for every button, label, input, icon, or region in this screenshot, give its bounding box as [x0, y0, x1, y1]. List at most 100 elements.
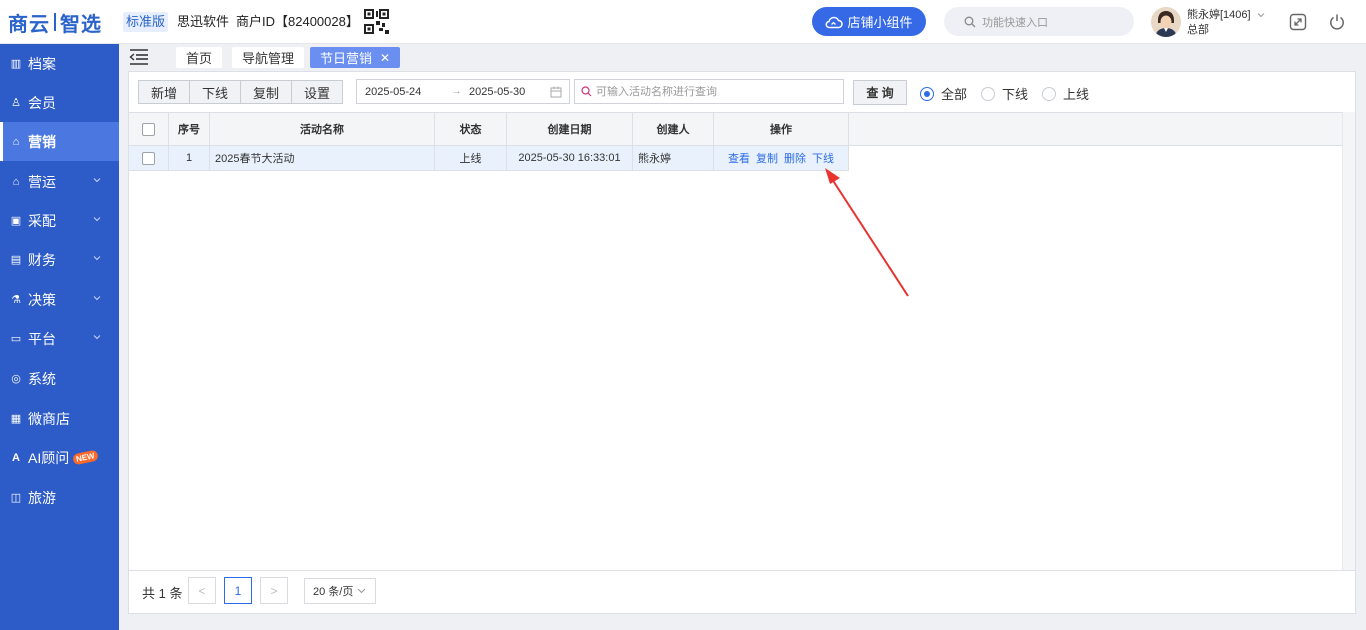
tab-label: 导航管理 — [242, 51, 295, 66]
filter-radio-all[interactable]: 全部 — [920, 84, 967, 103]
date-range-arrow: → — [451, 85, 462, 97]
sidebar-item-label: 决策 — [28, 291, 56, 308]
monitor-icon: ▭ — [10, 332, 22, 345]
sidebar-item-label: 旅游 — [28, 489, 56, 506]
settings-button[interactable]: 设置 — [292, 81, 342, 103]
delete-link[interactable]: 删除 — [784, 150, 806, 166]
chevron-down-icon — [93, 296, 101, 301]
cloud-icon — [826, 16, 844, 28]
radio-label: 上线 — [1063, 87, 1090, 102]
quick-search-input[interactable]: 功能快速入口 — [944, 7, 1134, 36]
sidebar-item-marketing[interactable]: ⌂ 营销 — [0, 122, 119, 161]
sidebar-item-label: 系统 — [28, 370, 56, 387]
prev-page-button[interactable]: < — [188, 577, 216, 604]
row-checkbox[interactable] — [142, 151, 155, 165]
filter-radio-online[interactable]: 上线 — [1042, 84, 1089, 103]
cell-activity-name: 2025春节大活动 — [210, 146, 435, 170]
sidebar-item-member[interactable]: ♙ 会员 — [0, 83, 119, 122]
store-icon: ▦ — [10, 412, 22, 425]
sidebar-item-label: 会员 — [28, 94, 56, 111]
date-from[interactable]: 2025-05-24 — [365, 86, 421, 98]
chevron-down-icon — [93, 217, 101, 222]
filter-radio-offline[interactable]: 下线 — [981, 84, 1028, 103]
table-vertical-scrollbar[interactable] — [1342, 112, 1355, 570]
copy-button[interactable]: 复制 — [241, 81, 293, 103]
action-button-group: 新增 下线 复制 设置 — [138, 80, 344, 104]
chevron-down-icon — [93, 256, 101, 261]
select-all-checkbox[interactable] — [142, 122, 155, 136]
date-range-picker[interactable]: 2025-05-24 → 2025-05-30 — [356, 79, 570, 104]
activity-search-box — [574, 79, 844, 104]
radio-label: 全部 — [941, 87, 968, 102]
cell-creator: 熊永婷 — [633, 146, 714, 170]
date-to[interactable]: 2025-05-30 — [469, 86, 525, 98]
sidebar-item-label: 营运 — [28, 173, 56, 190]
fullscreen-icon[interactable] — [1289, 13, 1307, 31]
tab-home[interactable]: 首页 — [176, 47, 223, 68]
store-widget-button[interactable]: 店铺小组件 — [812, 7, 926, 36]
add-button[interactable]: 新增 — [139, 81, 191, 103]
page-size-value: 20 条/页 — [313, 586, 354, 598]
table-row[interactable]: 1 2025春节大活动 上线 2025-05-30 16:33:01 熊永婷 查… — [129, 146, 849, 171]
sidebar-item-label: 财务 — [28, 251, 56, 268]
sidebar-item-decision[interactable]: ⚗ 决策 — [0, 280, 119, 319]
close-icon[interactable]: ✕ — [380, 51, 390, 65]
column-header-actions: 操作 — [714, 113, 849, 145]
logo-text-a: 商云 — [8, 13, 50, 36]
sidebar-item-operations[interactable]: ⌂ 营运 — [0, 162, 119, 201]
sidebar-item-ai-advisor[interactable]: A AI顾问 NEW — [0, 438, 119, 477]
chevron-down-icon — [1257, 13, 1265, 18]
calendar-icon — [550, 86, 562, 98]
logo-text-b: 智选 — [60, 13, 102, 36]
tab-holiday-marketing[interactable]: 节日营销 ✕ — [310, 47, 401, 68]
offline-button[interactable]: 下线 — [190, 81, 242, 103]
sidebar-item-micro-store[interactable]: ▦ 微商店 — [0, 399, 119, 438]
page-size-select[interactable]: 20 条/页 — [304, 578, 376, 604]
sidebar-item-label: 微商店 — [28, 410, 70, 427]
edition-badge: 标准版 — [123, 12, 169, 32]
sidebar-item-label: AI顾问 — [28, 449, 70, 466]
power-icon[interactable] — [1328, 13, 1346, 31]
gear-icon: ◎ — [11, 372, 21, 385]
cell-status: 上线 — [435, 146, 507, 170]
avatar-image — [1151, 7, 1181, 37]
next-page-button[interactable]: > — [260, 577, 288, 604]
activity-table: 序号 活动名称 状态 创建日期 创建人 操作 1 2025春节大活动 上线 20… — [129, 112, 1355, 570]
merchant-id: 商户ID【82400028】 — [236, 14, 359, 29]
tab-nav-management[interactable]: 导航管理 — [232, 47, 305, 68]
column-header-index[interactable]: 序号 — [169, 113, 210, 145]
radio-circle — [981, 86, 995, 101]
page-1-button[interactable]: 1 — [224, 577, 252, 604]
sidebar-item-archive[interactable]: ▥ 档案 — [0, 44, 119, 83]
column-header-created[interactable]: 创建日期 — [507, 113, 633, 145]
user-name[interactable]: 熊永婷[1406] — [1187, 8, 1265, 22]
sidebar: ▥ 档案 ♙ 会员 ⌂ 营销 ⌂ 营运 ▣ 采配 ▤ 财务 ⚗ 决策 ▭ 平台 … — [0, 44, 119, 630]
qrcode-icon[interactable] — [364, 9, 389, 34]
sidebar-item-travel[interactable]: ◫ 旅游 — [0, 478, 119, 517]
copy-link[interactable]: 复制 — [756, 150, 778, 166]
view-link[interactable]: 查看 — [728, 150, 750, 166]
select-all-cell — [129, 113, 169, 145]
sidebar-item-platform[interactable]: ▭ 平台 — [0, 319, 119, 358]
brand-logo[interactable]: 商云 智选 — [8, 9, 102, 36]
column-header-creator[interactable]: 创建人 — [633, 113, 714, 145]
column-header-name[interactable]: 活动名称 — [210, 113, 435, 145]
wallet-icon: ▤ — [10, 253, 22, 266]
logo-divider — [54, 13, 56, 31]
chevron-down-icon — [93, 178, 101, 183]
query-button[interactable]: 查 询 — [853, 80, 907, 105]
ai-icon: A — [12, 451, 20, 464]
box-icon: ▣ — [10, 214, 22, 227]
sidebar-item-procurement[interactable]: ▣ 采配 — [0, 201, 119, 240]
avatar[interactable] — [1151, 7, 1181, 37]
chevron-down-icon — [358, 588, 366, 594]
sidebar-item-finance[interactable]: ▤ 财务 — [0, 240, 119, 279]
company-name: 思迅软件 — [177, 14, 230, 29]
sidebar-item-system[interactable]: ◎ 系统 — [0, 359, 119, 398]
radio-circle — [1042, 86, 1056, 101]
menu-collapse-icon[interactable] — [128, 48, 150, 66]
activity-search-input[interactable] — [596, 85, 836, 98]
tab-label: 节日营销 — [320, 51, 373, 66]
column-header-status[interactable]: 状态 — [435, 113, 507, 145]
user-dept: 总部 — [1187, 24, 1209, 36]
